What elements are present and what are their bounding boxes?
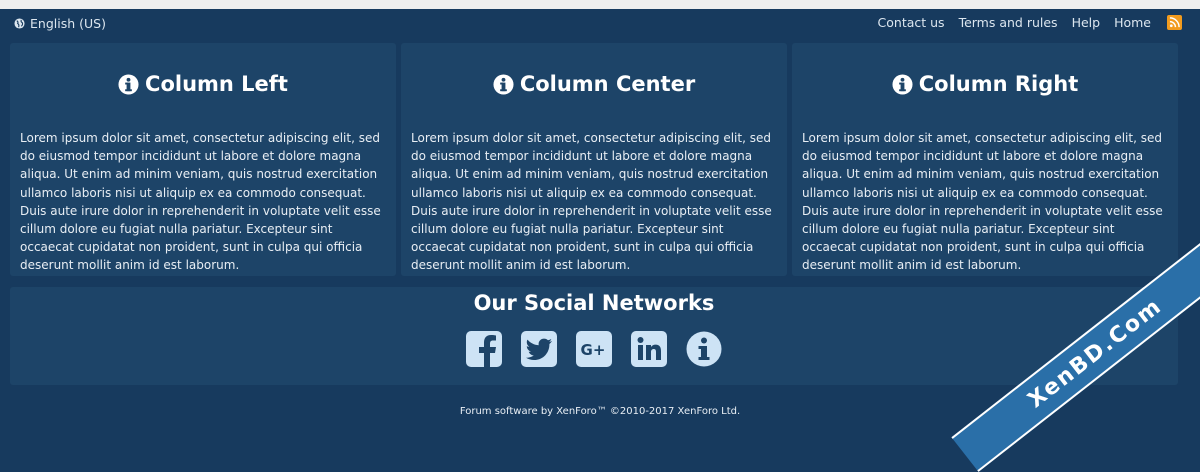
browser-top-strip [0,0,1200,9]
column-title-text: Column Right [919,72,1079,96]
facebook-icon[interactable] [466,331,502,367]
info-icon[interactable] [686,331,722,367]
top-navigation: Contact us Terms and rules Help Home [864,15,1182,30]
nav-terms-and-rules[interactable]: Terms and rules [959,15,1058,30]
column-center: Column Center Lorem ipsum dolor sit amet… [401,43,787,276]
rss-icon[interactable] [1167,15,1182,30]
info-circle-icon [118,74,139,95]
info-circle-icon [493,74,514,95]
nav-home[interactable]: Home [1114,15,1151,30]
language-label: English (US) [30,16,106,31]
column-title-text: Column Center [520,72,695,96]
column-right: Column Right Lorem ipsum dolor sit amet,… [792,43,1178,276]
social-icons: G+ [10,331,1178,367]
nav-help[interactable]: Help [1072,15,1101,30]
column-center-title: Column Center [411,71,777,97]
social-title: Our Social Networks [10,291,1178,315]
info-circle-icon [892,74,913,95]
top-bar: English (US) Contact us Terms and rules … [0,9,1200,39]
column-right-title: Column Right [802,71,1168,97]
column-body: Lorem ipsum dolor sit amet, consectetur … [411,129,777,275]
columns-section: Column Left Lorem ipsum dolor sit amet, … [10,43,1178,276]
column-body: Lorem ipsum dolor sit amet, consectetur … [802,129,1168,275]
column-left-title: Column Left [20,71,386,97]
svg-text:G+: G+ [581,341,606,359]
social-networks-section: Our Social Networks G+ [10,287,1178,385]
nav-contact-us[interactable]: Contact us [878,15,945,30]
column-left: Column Left Lorem ipsum dolor sit amet, … [10,43,396,276]
twitter-icon[interactable] [521,331,557,367]
google-plus-icon[interactable]: G+ [576,331,612,367]
linkedin-icon[interactable] [631,331,667,367]
column-title-text: Column Left [145,72,288,96]
language-selector[interactable]: English (US) [14,16,106,31]
globe-icon [14,18,25,29]
column-body: Lorem ipsum dolor sit amet, consectetur … [20,129,386,275]
